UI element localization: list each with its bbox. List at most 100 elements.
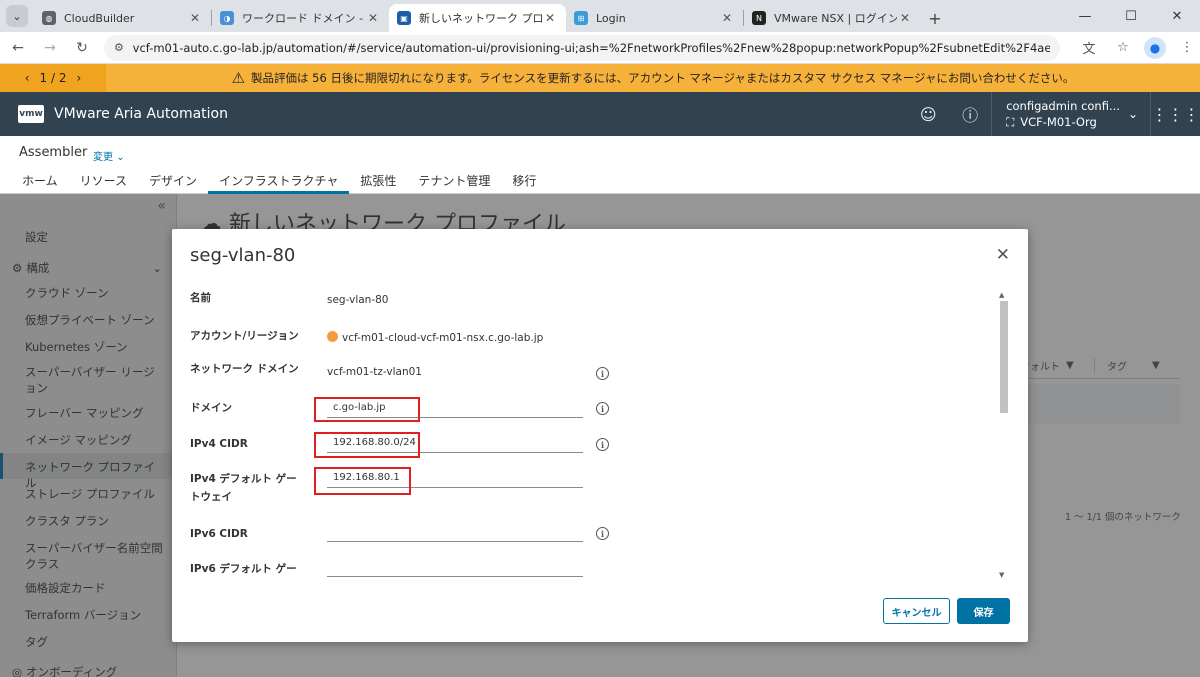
ipv6-cidr-label: IPv6 CIDR: [190, 528, 248, 540]
cancel-button[interactable]: キャンセル: [883, 598, 950, 624]
tab-title: Login: [596, 11, 626, 25]
nav-tenant-management[interactable]: テナント管理: [407, 172, 501, 194]
change-label: 変更: [93, 152, 113, 163]
info-icon[interactable]: i: [596, 438, 609, 451]
browser-tab-login[interactable]: ⊞ Login ✕: [566, 4, 743, 32]
close-tab-icon[interactable]: ✕: [187, 11, 203, 25]
main-nav: ホーム リソース デザイン インフラストラクチャ 拡張性 テナント管理 移行: [11, 172, 547, 194]
nav-migration[interactable]: 移行: [501, 172, 547, 194]
highlight-ipv4-gateway: [314, 467, 411, 495]
user-info: configadmin confi... ⛶ VCF-M01-Org: [1006, 98, 1120, 130]
minimize-icon[interactable]: —: [1062, 0, 1108, 32]
highlight-ipv4-cidr: [314, 432, 420, 458]
vsphere-icon: ◑: [220, 11, 234, 25]
browser-tab-nsx[interactable]: N VMware NSX | ログイン ✕: [744, 4, 921, 32]
app-title: VMware Aria Automation: [54, 106, 228, 122]
more-vertical-icon[interactable]: ⋮: [1174, 35, 1200, 61]
nav-resources[interactable]: リソース: [69, 172, 138, 194]
chevron-right-icon[interactable]: ›: [76, 71, 81, 85]
network-domain-value: vcf-m01-tz-vlan01: [327, 366, 422, 378]
dialog-title: seg-vlan-80: [190, 245, 296, 266]
close-tab-icon[interactable]: ✕: [719, 11, 735, 25]
domain-label: ドメイン: [190, 402, 232, 414]
form-scrollbar[interactable]: ▲ ▼: [998, 291, 1010, 579]
scroll-down-icon[interactable]: ▼: [999, 571, 1004, 579]
tab-title: ワークロード ドメイン - サマリ: [242, 12, 365, 25]
ipv6-gateway-label: IPv6 デフォルト ゲートウ: [190, 563, 297, 575]
chevron-left-icon[interactable]: ‹: [25, 71, 30, 85]
network-domain-label: ネットワーク ドメイン: [190, 363, 299, 375]
nav-home[interactable]: ホーム: [11, 172, 69, 194]
org-line: ⛶ VCF-M01-Org: [1006, 114, 1120, 130]
vmw-icon: ▣: [397, 11, 411, 25]
url-input[interactable]: ⚙ vcf-m01-auto.c.go-lab.jp/automation/#/…: [104, 34, 1060, 61]
new-tab-button[interactable]: +: [921, 4, 949, 32]
nav-extensibility[interactable]: 拡張性: [349, 172, 407, 194]
chevron-down-icon: ⌄: [6, 5, 28, 27]
info-icon[interactable]: i: [596, 402, 609, 415]
close-window-icon[interactable]: ✕: [1154, 0, 1200, 32]
close-tab-icon[interactable]: ✕: [365, 11, 381, 25]
scroll-up-icon[interactable]: ▲: [999, 291, 1004, 299]
nsx-icon: N: [752, 11, 766, 25]
change-service-link[interactable]: 変更 ⌄: [93, 148, 125, 163]
globe-icon: ◍: [42, 11, 56, 25]
ipv6-gateway-input[interactable]: [327, 557, 583, 577]
banner-text: 製品評価は 56 日後に期限切れになります。ライセンスを更新するには、アカウント…: [251, 71, 1075, 85]
ipv6-cidr-input[interactable]: [327, 522, 583, 542]
info-icon[interactable]: i: [596, 367, 609, 380]
user-menu[interactable]: configadmin confi... ⛶ VCF-M01-Org ⌄: [991, 92, 1150, 136]
browser-tab-network-profile[interactable]: ▣ 新しいネットワーク プロファイル - Ass ✕: [389, 4, 566, 32]
ipv4-cidr-label: IPv4 CIDR: [190, 438, 248, 450]
window-controls: — ☐ ✕: [1062, 0, 1200, 32]
cloud-account-icon: [327, 331, 338, 342]
browser-tab-workload-domain[interactable]: ◑ ワークロード ドメイン - サマリ ✕: [212, 4, 389, 32]
site-settings-icon[interactable]: ⚙: [114, 41, 125, 54]
account-region-label: アカウント/リージョン: [190, 330, 299, 342]
banner-pager: ‹ 1 / 2 ›: [0, 64, 106, 92]
close-tab-icon[interactable]: ✕: [542, 11, 558, 25]
help-icon[interactable]: ⓘ: [949, 102, 991, 126]
feedback-smiley-icon[interactable]: ☺: [907, 105, 949, 124]
forward-arrow-icon[interactable]: →: [36, 34, 64, 62]
app-launcher-grid-icon[interactable]: ⋮⋮⋮: [1150, 92, 1200, 136]
account-region-value: vcf-m01-cloud-vcf-m01-nsx.c.go-lab.jp: [327, 331, 543, 344]
org-name: VCF-M01-Org: [1020, 115, 1097, 129]
service-name: Assembler: [19, 145, 88, 160]
nav-design[interactable]: デザイン: [138, 172, 208, 194]
subnet-form: 名前 seg-vlan-80 アカウント/リージョン vcf-m01-cloud…: [172, 279, 1012, 579]
reload-icon[interactable]: ↻: [68, 34, 96, 62]
close-icon[interactable]: ✕: [996, 245, 1010, 265]
save-button[interactable]: 保存: [957, 598, 1010, 624]
highlight-domain: [314, 397, 420, 422]
browser-tab-bar: ⌄ ◍ CloudBuilder ✕ ◑ ワークロード ドメイン - サマリ ✕…: [0, 0, 1200, 32]
tab-title: 新しいネットワーク プロファイル - Ass: [419, 12, 542, 25]
login-icon: ⊞: [574, 11, 588, 25]
browser-tab-cloudbuilder[interactable]: ◍ CloudBuilder ✕: [34, 4, 211, 32]
profile-avatar-icon[interactable]: ●: [1144, 36, 1166, 59]
address-bar: ← → ↻ ⚙ vcf-m01-auto.c.go-lab.jp/automat…: [0, 32, 1200, 64]
toolbar-right: 文 ☆ ● ⋮: [1068, 35, 1200, 61]
info-icon[interactable]: i: [596, 527, 609, 540]
service-header: Assembler 変更 ⌄ ホーム リソース デザイン インフラストラクチャ …: [0, 136, 1200, 194]
chevron-down-icon: ⌄: [116, 152, 125, 163]
license-warning-banner: ‹ 1 / 2 › ⚠ 製品評価は 56 日後に期限切れになります。ライセンスを…: [0, 64, 1200, 92]
ipv4-gateway-label: IPv4 デフォルト ゲートウェイ: [190, 473, 297, 503]
tab-search-button[interactable]: ⌄: [0, 0, 34, 32]
bookmark-star-icon[interactable]: ☆: [1110, 35, 1136, 61]
name-value: seg-vlan-80: [327, 294, 389, 306]
scrollbar-thumb[interactable]: [1000, 301, 1008, 413]
name-label: 名前: [190, 292, 211, 304]
translate-icon[interactable]: 文: [1076, 35, 1102, 61]
subnet-edit-dialog: seg-vlan-80 ✕ 名前 seg-vlan-80 アカウント/リージョン…: [172, 229, 1028, 642]
close-tab-icon[interactable]: ✕: [897, 11, 913, 25]
nav-infrastructure[interactable]: インフラストラクチャ: [208, 172, 350, 194]
pager-text: 1 / 2: [39, 71, 67, 85]
header-actions: ☺ ⓘ configadmin confi... ⛶ VCF-M01-Org ⌄…: [907, 92, 1200, 136]
tab-title: CloudBuilder: [64, 11, 135, 25]
maximize-icon[interactable]: ☐: [1108, 0, 1154, 32]
org-tree-icon: ⛶: [1006, 115, 1015, 129]
back-arrow-icon[interactable]: ←: [4, 34, 32, 62]
url-text: vcf-m01-auto.c.go-lab.jp/automation/#/se…: [132, 40, 1050, 55]
account-region-text: vcf-m01-cloud-vcf-m01-nsx.c.go-lab.jp: [342, 332, 544, 344]
